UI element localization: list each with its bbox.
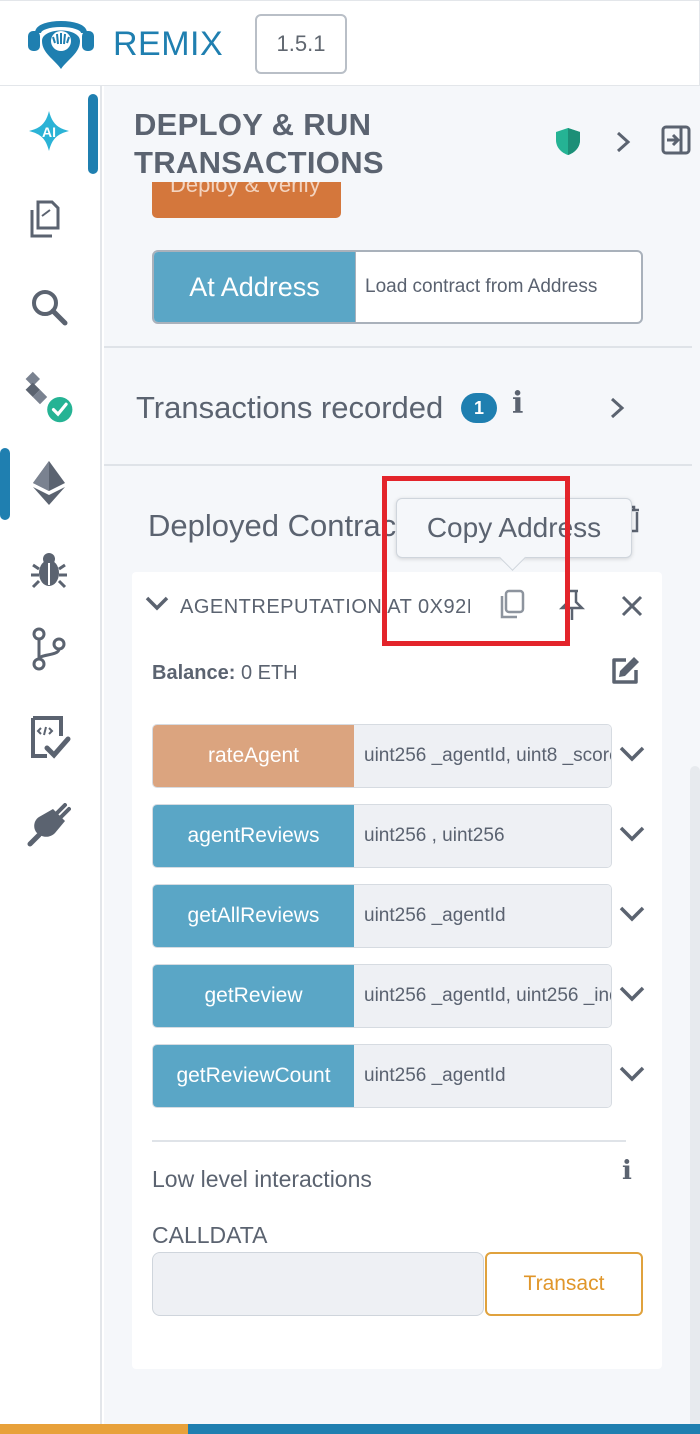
ai-assistant-icon[interactable]: AI: [22, 104, 76, 158]
info-icon[interactable]: i: [622, 1156, 632, 1186]
divider: [104, 464, 692, 466]
svg-text:AI: AI: [42, 124, 56, 140]
function-params-input[interactable]: uint256 _agentId, uint8 _score: [354, 725, 611, 787]
deploy-run-icon[interactable]: [22, 456, 76, 510]
divider: [152, 1140, 626, 1142]
scrollbar[interactable]: [690, 766, 700, 1434]
panel-title-line1: DEPLOY & RUN: [134, 107, 372, 142]
transactions-count-badge: 1: [461, 393, 497, 423]
top-bar: REMIX 1.5.1: [0, 0, 700, 86]
plugin-manager-icon[interactable]: [22, 798, 76, 852]
calldata-input[interactable]: [152, 1252, 484, 1316]
function-row-rateAgent: rateAgent uint256 _agentId, uint8 _score: [152, 724, 612, 788]
shield-icon[interactable]: [554, 126, 582, 161]
status-bar: [0, 1424, 700, 1434]
chevron-down-icon[interactable]: [618, 984, 646, 1009]
function-button-getReview[interactable]: getReview: [153, 965, 354, 1027]
function-button-agentReviews[interactable]: agentReviews: [153, 805, 354, 867]
remix-logo-icon[interactable]: [24, 13, 98, 73]
chevron-down-icon[interactable]: [618, 1064, 646, 1089]
app-brand: REMIX: [113, 25, 224, 63]
function-row-getReviewCount: getReviewCount uint256 _agentId: [152, 1044, 612, 1108]
panel-title: DEPLOY & RUN TRANSACTIONS: [134, 106, 384, 182]
active-indicator: [88, 94, 98, 174]
low-level-interactions-label: Low level interactions: [152, 1166, 372, 1192]
icon-panel: AI: [0, 86, 102, 1434]
chevron-down-icon[interactable]: [618, 904, 646, 929]
function-params-input[interactable]: uint256 _agentId, uint256 _index: [354, 965, 611, 1027]
balance-value: 0 ETH: [240, 662, 298, 684]
function-row-getAllReviews: getAllReviews uint256 _agentId: [152, 884, 612, 948]
at-address-group: At Address Load contract from Address: [152, 250, 643, 324]
close-icon[interactable]: [620, 594, 644, 623]
solidity-compiler-icon[interactable]: [22, 370, 76, 424]
deploy-verify-button[interactable]: Deploy & Verify: [152, 182, 341, 218]
balance-label: Balance:: [152, 662, 236, 684]
transactions-recorded-label[interactable]: Transactions recorded: [136, 390, 443, 426]
deployed-contracts-label: Deployed Contracts: [148, 508, 421, 543]
side-panel: DEPLOY & RUN TRANSACTIONS Deploy & Verif…: [104, 86, 700, 1434]
calldata-label: CALLDATA: [152, 1222, 268, 1248]
deployed-contract-card: AGENTREPUTATION AT 0X92E... Balance: 0 E…: [132, 572, 662, 1369]
solidity-unit-testing-icon[interactable]: [22, 710, 76, 764]
function-params-input[interactable]: uint256 _agentId: [354, 1045, 611, 1107]
file-explorer-icon[interactable]: [22, 192, 76, 246]
function-params-input[interactable]: uint256 _agentId: [354, 885, 611, 947]
at-address-button[interactable]: At Address: [154, 252, 356, 322]
debugger-icon[interactable]: [22, 544, 76, 598]
function-button-rateAgent[interactable]: rateAgent: [153, 725, 354, 787]
status-bar-segment: [0, 1424, 188, 1434]
info-icon[interactable]: i: [512, 386, 523, 421]
chevron-down-icon[interactable]: [618, 824, 646, 849]
deploy-verify-label: Deploy & Verify: [170, 182, 321, 197]
git-icon[interactable]: [22, 622, 76, 676]
search-icon[interactable]: [22, 280, 76, 334]
function-row-agentReviews: agentReviews uint256 , uint256: [152, 804, 612, 868]
function-button-getReviewCount[interactable]: getReviewCount: [153, 1045, 354, 1107]
balance-row: Balance: 0 ETH: [152, 662, 298, 685]
function-params-input[interactable]: uint256 , uint256: [354, 805, 611, 867]
function-row-getReview: getReview uint256 _agentId, uint256 _ind…: [152, 964, 612, 1028]
divider: [104, 346, 692, 348]
highlight-box: [382, 476, 570, 646]
close-panel-icon[interactable]: [660, 124, 692, 161]
chevron-right-icon[interactable]: [614, 130, 632, 159]
transact-button[interactable]: Transact: [485, 1252, 643, 1316]
panel-title-line2: TRANSACTIONS: [134, 145, 384, 180]
at-address-input[interactable]: Load contract from Address: [356, 252, 641, 322]
chevron-down-icon[interactable]: [618, 744, 646, 769]
chevron-down-icon[interactable]: [144, 594, 170, 619]
version-badge: 1.5.1: [255, 14, 347, 74]
active-indicator: [0, 448, 10, 520]
function-button-getAllReviews[interactable]: getAllReviews: [153, 885, 354, 947]
chevron-right-icon[interactable]: [608, 396, 626, 425]
edit-icon[interactable]: [608, 654, 642, 693]
